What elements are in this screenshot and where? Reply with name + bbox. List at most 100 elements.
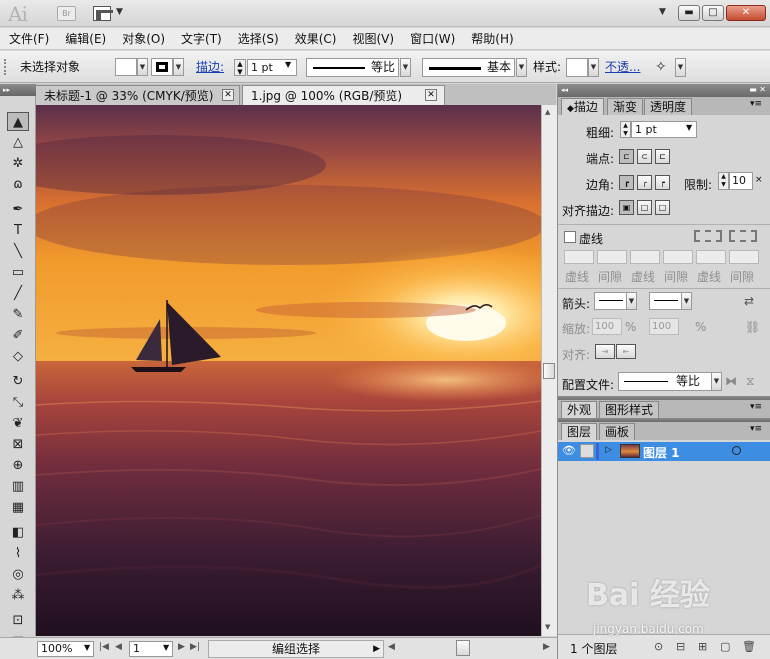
zoom-dropdown-chevron-icon[interactable]: ▼ bbox=[84, 643, 90, 652]
stroke-weight-stepper[interactable]: ▲ ▼ bbox=[234, 59, 246, 76]
flip-across-icon[interactable]: ⧖ bbox=[746, 374, 754, 389]
brush-definition[interactable]: 基本 bbox=[422, 58, 515, 77]
swap-arrowheads-icon[interactable]: ⇄ bbox=[744, 294, 754, 308]
variable-width-profile[interactable]: 等比 bbox=[306, 58, 399, 77]
rotate-tool-icon[interactable]: ↻ bbox=[7, 372, 29, 391]
chevron-down-icon[interactable]: ▼ bbox=[686, 123, 692, 132]
eyedropper-tool-icon[interactable]: ⌇ bbox=[7, 544, 29, 563]
bridge-button[interactable]: Br bbox=[57, 6, 76, 21]
gradient-tool-icon[interactable]: ◧ bbox=[7, 523, 29, 542]
mesh-tool-icon[interactable]: ▦ bbox=[7, 498, 29, 517]
tab-transparency[interactable]: 透明度 bbox=[644, 98, 693, 115]
stroke-label-link[interactable]: 描边: bbox=[196, 51, 224, 83]
menu-type[interactable]: 文字(T) bbox=[181, 28, 222, 49]
limit-input[interactable]: 10 bbox=[729, 172, 753, 190]
close-button[interactable]: ✕ bbox=[726, 5, 766, 21]
new-layer-icon[interactable]: ▢ bbox=[720, 640, 730, 653]
opacity-link[interactable]: 不透... bbox=[605, 51, 640, 83]
layer-row[interactable]: 👁 ▷ 图层 1 bbox=[558, 442, 770, 461]
tab-untitled-1[interactable]: 未标题-1 @ 33% (CMYK/预览) ✕ bbox=[35, 85, 240, 105]
round-cap-icon[interactable]: ⊂ bbox=[637, 149, 652, 164]
scroll-right-icon[interactable]: ▶ bbox=[543, 642, 550, 652]
direct-selection-tool-icon[interactable]: △ bbox=[7, 133, 29, 152]
chevron-down-icon[interactable]: ▼ bbox=[116, 7, 123, 17]
align-outside-icon[interactable]: □ bbox=[655, 200, 670, 215]
maximize-button[interactable]: □ bbox=[702, 5, 724, 21]
align-center-icon[interactable]: ▣ bbox=[619, 200, 634, 215]
shape-builder-tool-icon[interactable]: ⊕ bbox=[7, 456, 29, 475]
round-join-icon[interactable]: ╭ bbox=[637, 175, 652, 190]
align-dash-corners-icon[interactable] bbox=[729, 230, 757, 242]
start-scale-input[interactable]: 100 bbox=[592, 318, 622, 335]
menu-object[interactable]: 对象(O) bbox=[122, 28, 165, 49]
document-canvas[interactable] bbox=[36, 105, 541, 636]
tab-graphic-styles[interactable]: 图形样式 bbox=[599, 401, 660, 418]
visibility-eye-icon[interactable]: 👁 bbox=[562, 444, 576, 457]
dash-2-input[interactable] bbox=[630, 250, 660, 264]
eraser-tool-icon[interactable]: ◇ bbox=[7, 347, 29, 366]
stroke-dropdown-chevron-icon[interactable]: ▼ bbox=[173, 58, 184, 76]
menu-view[interactable]: 视图(V) bbox=[352, 28, 394, 49]
expand-triangle-icon[interactable]: ▷ bbox=[605, 445, 612, 455]
scroll-thumb[interactable] bbox=[543, 363, 555, 379]
close-tab-icon[interactable]: ✕ bbox=[222, 89, 234, 101]
vertical-scrollbar[interactable]: ▲ ▼ bbox=[541, 105, 557, 636]
panel-grip[interactable] bbox=[4, 59, 8, 75]
minimize-button[interactable]: ▬ bbox=[678, 5, 700, 21]
gap-2-input[interactable] bbox=[663, 250, 693, 264]
type-tool-icon[interactable]: T bbox=[7, 221, 29, 240]
fill-swatch[interactable] bbox=[115, 58, 137, 76]
menu-window[interactable]: 窗口(W) bbox=[410, 28, 455, 49]
chevron-down-icon[interactable]: ▼ bbox=[675, 58, 686, 77]
free-transform-tool-icon[interactable]: ⊠ bbox=[7, 435, 29, 454]
tab-1-jpg[interactable]: 1.jpg @ 100% (RGB/预览) ✕ bbox=[242, 85, 445, 105]
recolor-artwork-icon[interactable]: ✧ bbox=[655, 59, 667, 75]
fill-dropdown-chevron-icon[interactable]: ▼ bbox=[137, 58, 148, 76]
gap-3-input[interactable] bbox=[729, 250, 759, 264]
scroll-left-icon[interactable]: ◀ bbox=[388, 642, 395, 652]
menu-select[interactable]: 选择(S) bbox=[238, 28, 279, 49]
flip-along-icon[interactable]: ⧓ bbox=[725, 374, 737, 388]
chevron-down-icon[interactable]: ▼ bbox=[626, 292, 637, 310]
profile-dropdown-chevron-icon[interactable]: ▼ bbox=[400, 58, 411, 77]
arrow-at-path-end-icon[interactable]: ⇤ bbox=[616, 344, 636, 359]
tab-artboards[interactable]: 画板 bbox=[599, 423, 636, 440]
style-dropdown-chevron-icon[interactable]: ▼ bbox=[588, 58, 599, 77]
dash-1-input[interactable] bbox=[564, 250, 594, 264]
preserve-dash-icon[interactable] bbox=[694, 230, 722, 242]
delete-layer-icon[interactable]: 🗑 bbox=[742, 640, 756, 653]
tab-stroke[interactable]: ◆描边 bbox=[561, 98, 604, 115]
panel-menu-icon[interactable]: ▾≡ bbox=[750, 424, 762, 434]
end-arrowhead-select[interactable] bbox=[649, 292, 682, 310]
chevron-down-icon[interactable]: ▼ bbox=[711, 372, 722, 391]
rectangle-tool-icon[interactable]: ▭ bbox=[7, 263, 29, 282]
tab-appearance[interactable]: 外观 bbox=[561, 401, 598, 418]
workspace-switcher-chevron-icon[interactable]: ▼ bbox=[659, 7, 666, 17]
brush-dropdown-chevron-icon[interactable]: ▼ bbox=[516, 58, 527, 77]
butt-cap-icon[interactable]: ⊏ bbox=[619, 149, 634, 164]
menu-edit[interactable]: 编辑(E) bbox=[65, 28, 106, 49]
clipping-mask-icon[interactable]: ⊟ bbox=[676, 640, 685, 653]
target-circle-icon[interactable] bbox=[732, 446, 741, 455]
panel-menu-icon[interactable]: ▾≡ bbox=[750, 402, 762, 412]
panel-dock-header[interactable]: ◂◂ ▬ ✕ bbox=[558, 84, 770, 97]
dashed-line-checkbox[interactable] bbox=[564, 231, 576, 243]
start-arrowhead-select[interactable] bbox=[594, 292, 627, 310]
chevron-down-icon[interactable]: ▼ bbox=[285, 60, 291, 69]
arrow-beyond-path-icon[interactable]: ⇥ bbox=[595, 344, 615, 359]
layer-name[interactable]: 图层 1 bbox=[643, 444, 680, 461]
profile-select[interactable]: 等比 bbox=[618, 372, 712, 391]
magic-wand-tool-icon[interactable]: ✲ bbox=[7, 154, 29, 173]
menu-file[interactable]: 文件(F) bbox=[9, 28, 49, 49]
stroke-swatch[interactable] bbox=[151, 58, 173, 76]
graphic-style-swatch[interactable] bbox=[566, 58, 588, 77]
projecting-cap-icon[interactable]: ⊏ bbox=[655, 149, 670, 164]
link-scale-icon[interactable]: ⛓ bbox=[745, 320, 760, 334]
selection-tool-icon[interactable]: ▲ bbox=[7, 112, 29, 131]
gap-1-input[interactable] bbox=[597, 250, 627, 264]
symbol-sprayer-tool-icon[interactable]: ⁂ bbox=[7, 586, 29, 605]
scale-tool-icon[interactable]: ⤡ bbox=[7, 393, 29, 412]
warp-tool-icon[interactable]: ❦ bbox=[7, 414, 29, 433]
artboard-tool-icon[interactable]: ⊡ bbox=[7, 611, 29, 630]
end-scale-input[interactable]: 100 bbox=[649, 318, 679, 335]
